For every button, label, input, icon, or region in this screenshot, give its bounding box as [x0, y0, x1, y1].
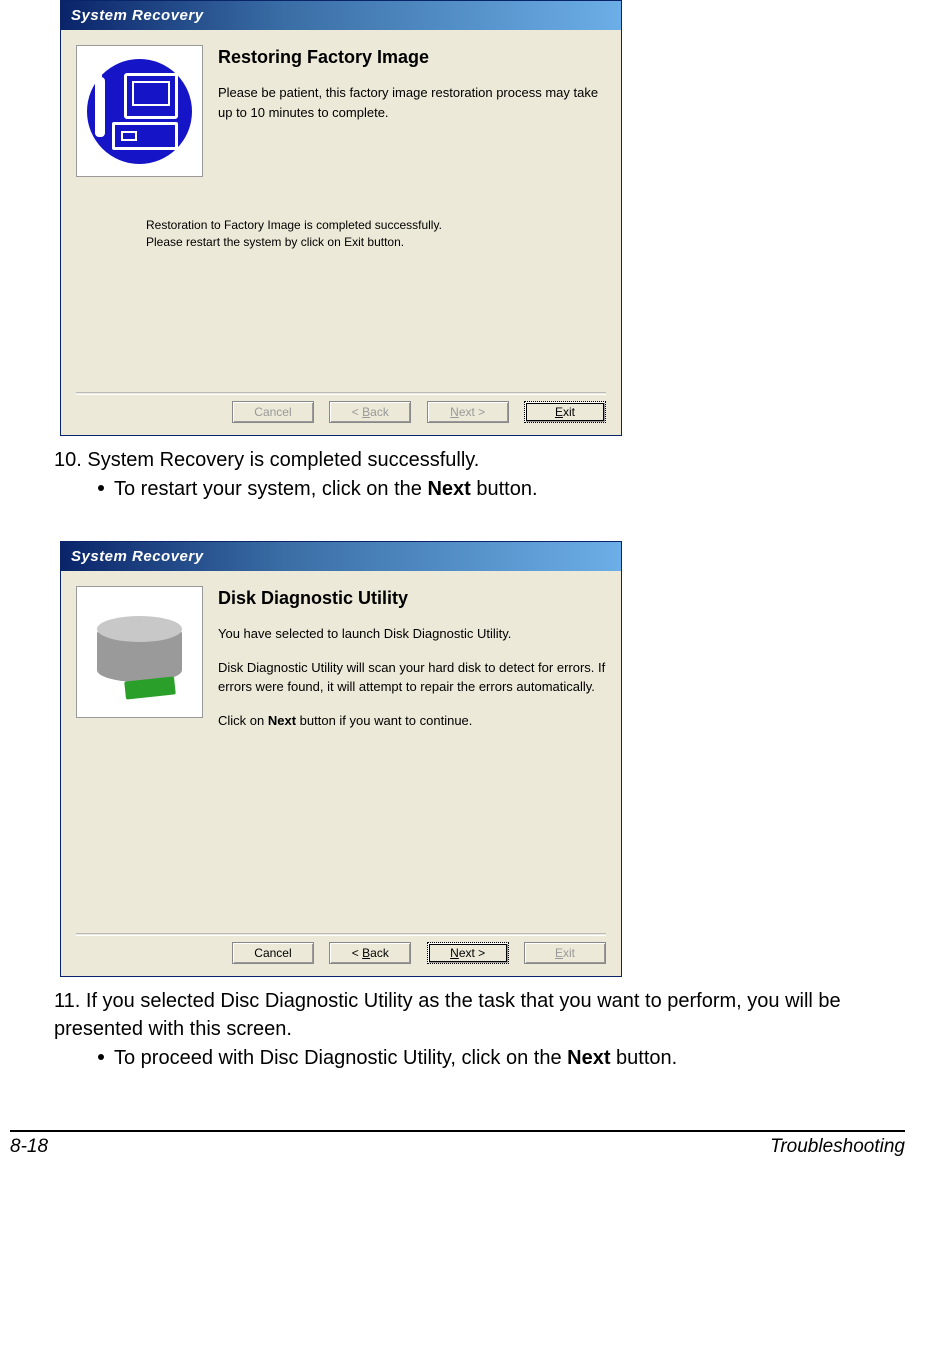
step-10-bullet: To restart your system, click on the Nex… — [98, 478, 905, 501]
step-11-bullet: To proceed with Disc Diagnostic Utility,… — [98, 1047, 905, 1070]
cancel-button: Cancel — [232, 401, 314, 423]
exit-button[interactable]: Exit — [524, 401, 606, 423]
button-row: Cancel < Back Next > Exit — [76, 392, 606, 423]
page-footer: 8-18 Troubleshooting — [10, 1130, 905, 1176]
next-button: Next > — [427, 401, 509, 423]
disk-icon — [76, 586, 203, 718]
back-button[interactable]: < Back — [329, 942, 411, 964]
back-button: < Back — [329, 401, 411, 423]
dialog-heading: Disk Diagnostic Utility — [218, 588, 606, 609]
dialog-paragraph-2: Disk Diagnostic Utility will scan your h… — [218, 658, 606, 697]
dialog-paragraph-3: Click on Next button if you want to cont… — [218, 711, 606, 731]
dialog-paragraph: Please be patient, this factory image re… — [218, 83, 606, 122]
dialog-status-text: Restoration to Factory Image is complete… — [146, 217, 606, 251]
step-10: 10. System Recovery is completed success… — [54, 446, 905, 474]
bullet-icon — [98, 485, 104, 491]
section-name: Troubleshooting — [770, 1136, 905, 1158]
page-number: 8-18 — [10, 1136, 48, 1158]
system-recovery-dialog-2: System Recovery Disk Diagnostic Utility … — [60, 541, 622, 977]
dialog-heading: Restoring Factory Image — [218, 47, 606, 68]
button-row: Cancel < Back Next > Exit — [76, 933, 606, 964]
step-11: 11. If you selected Disc Diagnostic Util… — [54, 987, 905, 1043]
next-button[interactable]: Next > — [427, 942, 509, 964]
dialog-title: System Recovery — [61, 1, 621, 30]
bullet-icon — [98, 1054, 104, 1060]
cancel-button[interactable]: Cancel — [232, 942, 314, 964]
dialog-title: System Recovery — [61, 542, 621, 571]
recovery-icon — [76, 45, 203, 177]
exit-button: Exit — [524, 942, 606, 964]
dialog-body: Restoring Factory Image Please be patien… — [61, 30, 621, 435]
system-recovery-dialog-1: System Recovery Restoring Factory Image … — [60, 0, 622, 436]
dialog-body: Disk Diagnostic Utility You have selecte… — [61, 571, 621, 976]
dialog-paragraph-1: You have selected to launch Disk Diagnos… — [218, 624, 606, 644]
